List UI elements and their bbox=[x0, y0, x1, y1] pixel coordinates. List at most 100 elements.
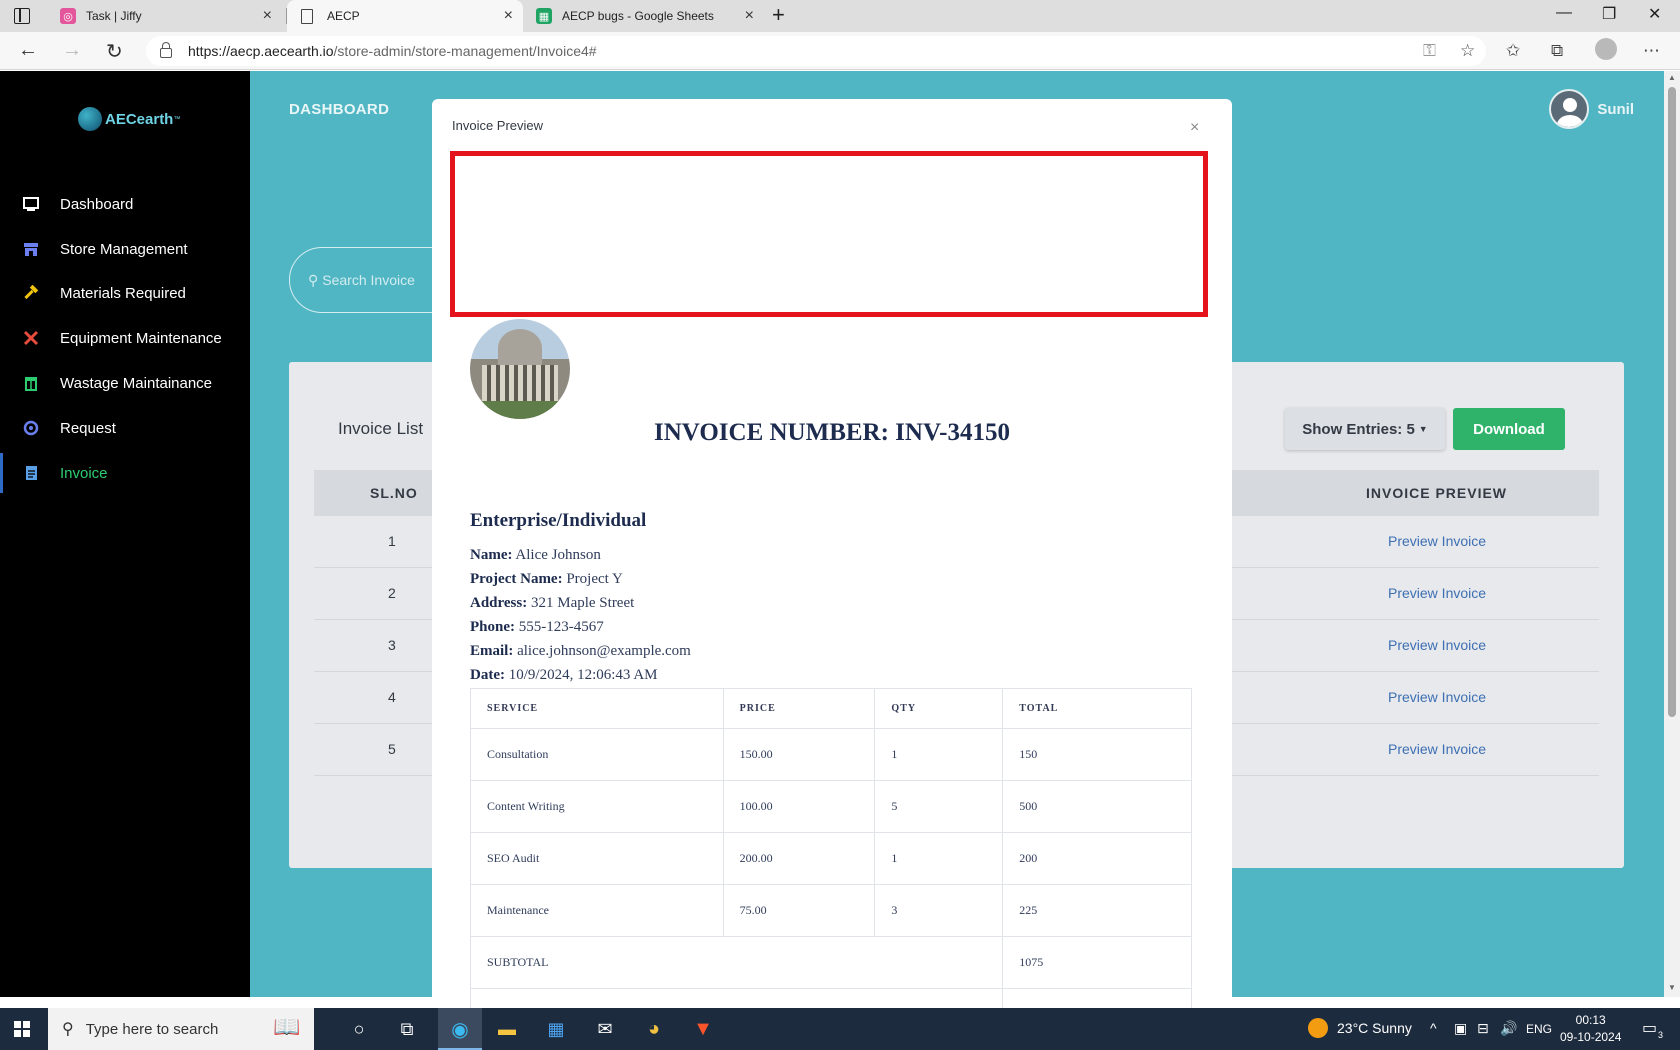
sidebar-item-invoice[interactable]: Invoice bbox=[0, 453, 250, 493]
key-icon[interactable]: ⚿ bbox=[1423, 41, 1436, 61]
preview-invoice-link[interactable]: Preview Invoice bbox=[1388, 741, 1486, 757]
tab-google-sheets[interactable]: ▦ AECP bugs - Google Sheets × bbox=[524, 0, 764, 32]
preview-invoice-link[interactable]: Preview Invoice bbox=[1388, 637, 1486, 653]
user-menu[interactable]: Sunil bbox=[1549, 89, 1634, 129]
task-view-icon[interactable]: ⧉ bbox=[394, 1016, 420, 1042]
download-button[interactable]: Download bbox=[1453, 408, 1565, 450]
column-header-invoice-preview: INVOICE PREVIEW bbox=[1366, 485, 1508, 501]
field-email: Email: alice.johnson@example.com bbox=[470, 643, 691, 660]
network-icon[interactable]: ⊟ bbox=[1477, 1020, 1489, 1037]
windows-taskbar: ⚲ Type here to search 📖 ○ ⧉ ◉ ▬ ▦ ✉ ◕ ▼ … bbox=[0, 1008, 1680, 1050]
tab-close-icon[interactable]: × bbox=[745, 7, 754, 25]
url-host: https://aecp.aecearth.io bbox=[188, 43, 334, 59]
sidebar-item-request[interactable]: Request bbox=[0, 408, 250, 448]
page-scrollbar[interactable]: ▲ ▼ bbox=[1664, 71, 1680, 997]
scrollbar-thumb[interactable] bbox=[1668, 87, 1676, 717]
minimize-icon[interactable]: — bbox=[1556, 4, 1572, 22]
show-entries-dropdown[interactable]: Show Entries: 5 ▼ bbox=[1285, 408, 1445, 450]
aecearth-logo[interactable]: AECearth ™ bbox=[78, 107, 180, 131]
url-field[interactable]: https://aecp.aecearth.io/store-admin/sto… bbox=[146, 36, 1486, 66]
search-highlight-icon[interactable]: 📖 bbox=[262, 1014, 312, 1040]
profile-avatar-icon[interactable] bbox=[1595, 38, 1617, 60]
field-project-name: Project Name: Project Y bbox=[470, 571, 623, 588]
sidebar-item-materials-required[interactable]: Materials Required bbox=[0, 273, 250, 313]
preview-invoice-link[interactable]: Preview Invoice bbox=[1388, 689, 1486, 705]
meet-now-icon[interactable]: ▣ bbox=[1454, 1020, 1467, 1037]
trash-icon bbox=[22, 374, 40, 392]
notifications-icon[interactable]: ▭ bbox=[1642, 1018, 1657, 1038]
more-menu-icon[interactable]: ⋯ bbox=[1643, 41, 1660, 61]
column-header-price: PRICE bbox=[722, 688, 876, 729]
sidebar-item-store-management[interactable]: Store Management bbox=[0, 229, 250, 269]
collections-icon[interactable]: ⧉ bbox=[1551, 41, 1563, 61]
scroll-up-icon[interactable]: ▲ bbox=[1668, 73, 1676, 82]
chrome-icon[interactable]: ◕ bbox=[641, 1016, 667, 1042]
enterprise-heading: Enterprise/Individual bbox=[470, 510, 647, 531]
item-total: 225 bbox=[1002, 884, 1192, 937]
globe-logo-icon bbox=[78, 107, 102, 131]
field-value: Project Y bbox=[566, 571, 623, 587]
language-indicator[interactable]: ENG bbox=[1526, 1022, 1552, 1036]
edge-browser-icon[interactable]: ◉ bbox=[447, 1016, 473, 1042]
scroll-down-icon[interactable]: ▼ bbox=[1668, 983, 1676, 992]
item-service: Content Writing bbox=[470, 780, 724, 833]
reload-icon[interactable]: ↻ bbox=[106, 39, 123, 64]
user-avatar-icon bbox=[1549, 89, 1590, 129]
weather-sun-icon[interactable] bbox=[1308, 1018, 1328, 1038]
window-close-icon[interactable]: ✕ bbox=[1648, 4, 1661, 24]
show-hidden-icons-icon[interactable]: ^ bbox=[1430, 1020, 1437, 1036]
browser-tab-bar: ◎ Task | Jiffy × AECP × ▦ AECP bugs - Go… bbox=[0, 0, 1680, 32]
add-favorite-icon[interactable]: ☆ bbox=[1460, 41, 1475, 61]
volume-icon[interactable]: 🔊 bbox=[1500, 1020, 1517, 1037]
forward-arrow-icon[interactable]: → bbox=[62, 39, 82, 62]
monitor-icon bbox=[22, 195, 40, 213]
user-name: Sunil bbox=[1597, 100, 1634, 118]
row-sl-no: 5 bbox=[388, 741, 396, 757]
modal-close-icon[interactable]: × bbox=[1190, 119, 1199, 137]
next-row bbox=[469, 988, 1192, 1009]
item-qty: 5 bbox=[874, 780, 1004, 833]
invoice-number-heading: INVOICE NUMBER: INV-34150 bbox=[654, 419, 1010, 446]
tab-actions-icon[interactable] bbox=[14, 8, 30, 24]
preview-invoice-link[interactable]: Preview Invoice bbox=[1388, 533, 1486, 549]
next-row-cell bbox=[1002, 988, 1192, 1009]
preview-invoice-link[interactable]: Preview Invoice bbox=[1388, 585, 1486, 601]
sidebar-item-dashboard[interactable]: Dashboard bbox=[0, 184, 250, 224]
windows-start-icon[interactable] bbox=[14, 1021, 30, 1037]
subtotal-label: SUBTOTAL bbox=[469, 936, 1004, 989]
company-logo-image bbox=[470, 319, 570, 419]
weather-text[interactable]: 23°C Sunny bbox=[1337, 1020, 1412, 1036]
document-icon bbox=[22, 464, 40, 482]
invoice-item-row: Maintenance 75.00 3 225 bbox=[470, 884, 1192, 937]
field-name: Name: Alice Johnson bbox=[470, 547, 601, 564]
back-arrow-icon[interactable]: ← bbox=[18, 39, 38, 62]
field-value: 555-123-4567 bbox=[518, 619, 604, 635]
field-value: alice.johnson@example.com bbox=[517, 643, 691, 659]
microsoft-store-icon[interactable]: ▦ bbox=[543, 1016, 569, 1042]
url-path: /store-admin/store-management/Invoice4# bbox=[333, 43, 597, 59]
sidebar-item-label: Wastage Maintainance bbox=[60, 374, 213, 392]
row-sl-no: 4 bbox=[388, 689, 396, 705]
tab-title: AECP bugs - Google Sheets bbox=[562, 9, 714, 23]
sidebar: AECearth ™ Dashboard Store Management Mat… bbox=[0, 71, 250, 997]
cortana-icon[interactable]: ○ bbox=[346, 1016, 372, 1042]
mail-icon[interactable]: ✉ bbox=[592, 1016, 618, 1042]
store-icon bbox=[22, 240, 40, 258]
brave-icon[interactable]: ▼ bbox=[690, 1016, 716, 1042]
tab-aecp[interactable]: AECP × bbox=[287, 0, 523, 32]
sidebar-item-equipment-maintenance[interactable]: Equipment Maintenance bbox=[0, 318, 250, 358]
taskbar-clock[interactable]: 00:13 09-10-2024 bbox=[1560, 1012, 1621, 1046]
column-header-qty: QTY bbox=[874, 688, 1004, 729]
tab-close-icon[interactable]: × bbox=[263, 7, 272, 25]
new-tab-plus-icon[interactable]: + bbox=[772, 2, 785, 28]
tab-close-icon[interactable]: × bbox=[504, 7, 513, 25]
sidebar-item-wastage-maintainance[interactable]: Wastage Maintainance bbox=[0, 363, 250, 403]
tab-jiffy[interactable]: ◎ Task | Jiffy × bbox=[46, 0, 282, 32]
clock-time: 00:13 bbox=[1575, 1013, 1606, 1027]
page-title[interactable]: DASHBOARD bbox=[289, 101, 389, 118]
invoice-item-row: Consultation 150.00 1 150 bbox=[470, 728, 1192, 781]
file-explorer-icon[interactable]: ▬ bbox=[494, 1016, 520, 1042]
field-phone: Phone: 555-123-4567 bbox=[470, 619, 604, 636]
restore-icon[interactable]: ❐ bbox=[1602, 4, 1616, 24]
favorites-icon[interactable]: ✩ bbox=[1506, 41, 1520, 61]
